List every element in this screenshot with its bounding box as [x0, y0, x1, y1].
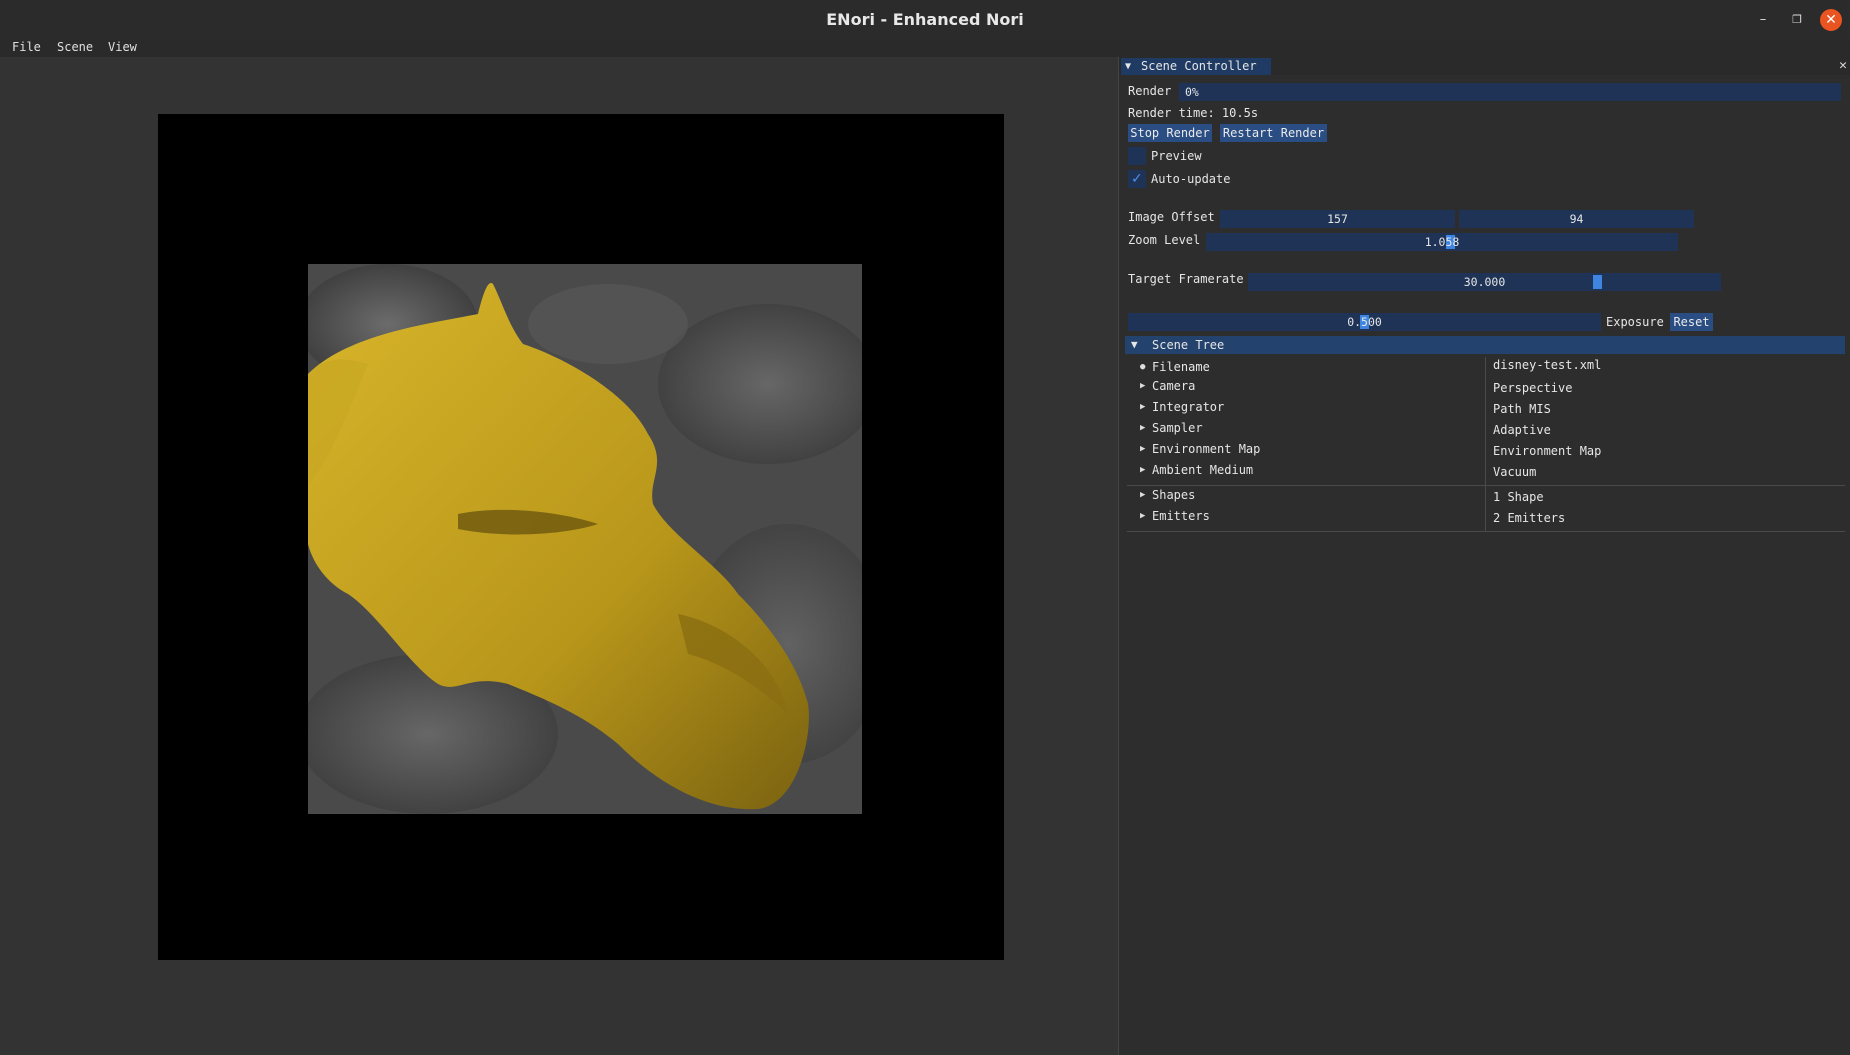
expand-arrow-icon[interactable]: ▶ [1140, 506, 1145, 526]
restart-render-button[interactable]: Restart Render [1220, 124, 1327, 142]
render-progress-bar: 0% [1179, 83, 1841, 101]
scene-tree-title: Scene Tree [1152, 338, 1225, 352]
zoom-value: 1.058 [1424, 235, 1460, 249]
collapse-icon[interactable]: ▼ [1125, 58, 1131, 75]
expand-arrow-icon[interactable]: ▶ [1140, 376, 1145, 396]
menu-bar: File Scene View [0, 39, 1850, 58]
expand-arrow-icon[interactable]: ▶ [1140, 439, 1145, 459]
menu-scene[interactable]: Scene [57, 40, 93, 54]
auto-update-checkbox[interactable]: ✓ [1128, 170, 1146, 188]
tree-row-environment-map[interactable]: ▶ Environment Map Environment Map [1119, 439, 1850, 459]
menu-view[interactable]: View [108, 40, 137, 54]
tree-key: Emitters [1152, 509, 1210, 523]
target-framerate-slider[interactable]: 30.000 [1248, 273, 1721, 291]
tree-key: Integrator [1152, 400, 1225, 414]
image-offset-y-input[interactable]: 94 [1459, 210, 1694, 228]
rendered-image [308, 264, 862, 814]
minimize-icon[interactable]: – [1752, 9, 1774, 31]
tree-key: Sampler [1152, 421, 1203, 435]
tree-row-ambient-medium[interactable]: ▶ Ambient Medium Vacuum [1119, 460, 1850, 480]
tree-row-integrator[interactable]: ▶ Integrator Path MIS [1119, 397, 1850, 417]
maximize-icon[interactable]: ❐ [1786, 9, 1808, 31]
close-icon[interactable]: ✕ [1820, 9, 1842, 31]
check-icon: ✓ [1131, 171, 1143, 187]
scene-controller-panel: ▼ Scene Controller ✕ Render 0% Render ti… [1118, 57, 1850, 1055]
tree-key: Environment Map [1152, 442, 1261, 456]
scene-tree-header[interactable]: ▼ Scene Tree [1125, 336, 1845, 354]
tree-value: Perspective [1493, 381, 1573, 395]
expand-arrow-icon[interactable]: ▶ [1140, 460, 1145, 480]
zoom-level-slider[interactable]: 1.058 [1206, 233, 1678, 251]
bullet-icon: ● [1140, 362, 1146, 372]
framerate-value: 30.000 [1463, 275, 1506, 289]
exposure-slider[interactable]: 0.500 [1128, 313, 1601, 331]
stop-render-button[interactable]: Stop Render [1128, 124, 1212, 142]
tree-row-shapes[interactable]: ▶ Shapes 1 Shape [1119, 485, 1850, 505]
tree-row-filename: ● Filename disney-test.xml [1119, 357, 1850, 377]
menu-file[interactable]: File [12, 40, 41, 54]
tree-value: Adaptive [1493, 423, 1551, 437]
framerate-slider-grab[interactable] [1593, 275, 1602, 289]
window-title: ENori - Enhanced Nori [826, 10, 1024, 29]
tree-key: Shapes [1152, 488, 1196, 502]
rendered-scene [308, 264, 862, 814]
exposure-label: Exposure [1606, 315, 1664, 329]
expand-icon[interactable]: ▼ [1131, 336, 1138, 354]
tree-value: disney-test.xml [1493, 358, 1602, 372]
render-canvas[interactable] [158, 114, 1004, 960]
expand-arrow-icon[interactable]: ▶ [1140, 485, 1145, 505]
tab-label: Scene Controller [1141, 59, 1257, 73]
tree-key: Ambient Medium [1152, 463, 1254, 477]
zoom-level-label: Zoom Level [1128, 233, 1201, 247]
tree-value: 2 Emitters [1493, 511, 1566, 525]
preview-label: Preview [1151, 149, 1202, 163]
expand-arrow-icon[interactable]: ▶ [1140, 397, 1145, 417]
reset-exposure-button[interactable]: Reset [1670, 313, 1713, 331]
tree-row-sampler[interactable]: ▶ Sampler Adaptive [1119, 418, 1850, 438]
render-viewport[interactable] [0, 57, 1118, 1055]
tab-scene-controller[interactable]: ▼ Scene Controller [1121, 58, 1271, 75]
close-icon[interactable]: ✕ [1839, 57, 1847, 75]
auto-update-label: Auto-update [1151, 172, 1231, 186]
expand-arrow-icon[interactable]: ▶ [1140, 418, 1145, 438]
panel-header: ▼ Scene Controller ✕ [1119, 57, 1850, 75]
tree-key: Filename [1152, 360, 1210, 374]
tree-row-camera[interactable]: ▶ Camera Perspective [1119, 376, 1850, 396]
preview-checkbox[interactable] [1128, 147, 1146, 165]
tree-value: 1 Shape [1493, 490, 1544, 504]
tree-row-emitters[interactable]: ▶ Emitters 2 Emitters [1119, 506, 1850, 526]
tree-value: Path MIS [1493, 402, 1551, 416]
title-bar: ENori - Enhanced Nori – ❐ ✕ [0, 0, 1850, 40]
tree-bottom-divider [1127, 531, 1845, 532]
tree-key: Camera [1152, 379, 1196, 393]
exposure-value: 0.500 [1347, 315, 1382, 329]
render-time: Render time: 10.5s [1128, 106, 1259, 120]
render-label: Render [1128, 84, 1172, 98]
image-offset-label: Image Offset [1128, 210, 1215, 224]
tree-value: Vacuum [1493, 465, 1537, 479]
target-framerate-label: Target Framerate [1128, 272, 1244, 286]
tree-value: Environment Map [1493, 444, 1602, 458]
image-offset-x-input[interactable]: 157 [1220, 210, 1455, 228]
